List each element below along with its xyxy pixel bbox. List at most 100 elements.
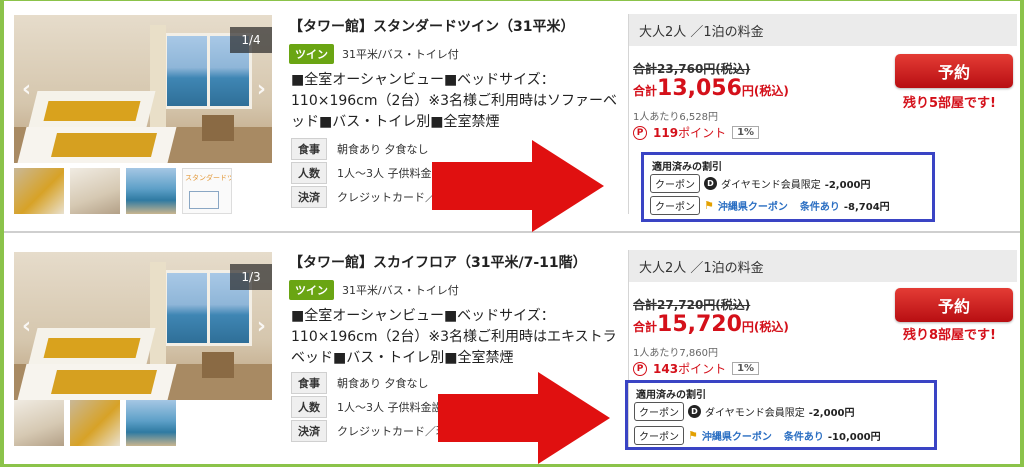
room-photo[interactable]: 1/4 ‹ › <box>14 15 272 163</box>
discounted-price: 合計15,720円(税込) <box>633 312 789 337</box>
payment-label: 決済 <box>291 420 327 442</box>
price-header: 大人2人 ／1泊の料金 <box>629 14 1017 46</box>
coupon-tag: クーポン <box>650 196 700 215</box>
points-value: 143ポイント <box>653 362 727 376</box>
price-prefix: 合計 <box>633 320 658 334</box>
room-spec: 31平米/バス・トイレ付 <box>342 48 459 61</box>
payment-label: 決済 <box>291 186 327 208</box>
photo-counter: 1/4 <box>230 27 272 53</box>
thumbnail-label: スタンダードツイン <box>185 174 231 182</box>
coupon-tag: クーポン <box>634 402 684 421</box>
okinawa-coupon-link[interactable]: 沖縄県クーポン <box>702 428 772 443</box>
guests-row: 人数 1人～3人 子供料金設 <box>291 396 443 418</box>
discount-row: クーポン D ダイヤモンド会員限定 -2,000円 <box>634 402 854 421</box>
discount-amount: -8,704円 <box>843 202 890 213</box>
applied-discounts-box: 適用済みの割引 クーポン D ダイヤモンド会員限定 -2,000円 クーポン ⚑… <box>625 380 937 450</box>
points-row: P 119ポイント 1% <box>633 124 760 141</box>
reserve-button[interactable]: 予約 <box>895 288 1013 322</box>
guests-value: 1人～3人 子供料金設 <box>337 401 443 414</box>
discount-amount: -10,000円 <box>827 432 881 443</box>
thumbnail[interactable] <box>126 400 176 446</box>
thumbnail[interactable] <box>70 400 120 446</box>
photo-thumbnails <box>14 400 176 446</box>
points-rate: 1% <box>732 362 760 375</box>
price-panel: 大人2人 ／1泊の料金 合計23,760円(税込) 合計13,056円(税込) … <box>628 14 1024 222</box>
room-spec: 31平米/バス・トイレ付 <box>342 284 459 297</box>
plan-description: ■全室オーシャンビュー■ベッドサイズ：110×196cm（2台）※3名様ご利用時… <box>291 72 618 130</box>
payment-row: 決済 クレジットカード／現 <box>291 186 447 208</box>
rooms-left-notice: 残り5部屋です! <box>903 96 996 111</box>
discount-amount: -2,000円 <box>824 180 871 191</box>
discount-title: 適用済みの割引 <box>636 390 706 401</box>
annotation-arrow-icon <box>438 372 610 464</box>
okinawa-coupon-link[interactable]: 沖縄県クーポン <box>718 198 788 213</box>
diamond-member-icon: D <box>688 405 701 418</box>
original-price: 合計27,720円(税込) <box>633 298 751 312</box>
price-suffix: 円(税込) <box>741 320 789 334</box>
photo-thumbnails: スタンダードツイン <box>14 168 232 214</box>
flag-icon: ⚑ <box>704 199 714 212</box>
discount-name: ダイヤモンド会員限定 <box>705 408 805 419</box>
plan-title[interactable]: 【タワー館】スカイフロア（31平米/7-11階） <box>289 252 587 272</box>
guests-label: 人数 <box>291 162 327 184</box>
room-type-row: ツイン 31平米/バス・トイレ付 <box>289 280 459 300</box>
discount-row: クーポン ⚑ 沖縄県クーポン 条件あり -10,000円 <box>634 426 881 445</box>
meal-row: 食事 朝食あり 夕食なし <box>291 372 429 394</box>
points-rate: 1% <box>732 126 760 139</box>
price-amount: 15,720 <box>657 312 742 337</box>
thumbnail[interactable] <box>14 168 64 214</box>
chevron-left-icon[interactable]: ‹ <box>22 314 31 339</box>
original-price: 合計23,760円(税込) <box>633 62 751 76</box>
discount-row: クーポン ⚑ 沖縄県クーポン 条件あり -8,704円 <box>650 196 890 215</box>
conditions-link[interactable]: 条件あり <box>784 428 824 443</box>
price-amount: 13,056 <box>657 76 742 101</box>
per-person-price: 1人あたり6,528円 <box>633 112 718 123</box>
thumbnail-floorplan[interactable]: スタンダードツイン <box>182 168 232 214</box>
points-row: P 143ポイント 1% <box>633 360 760 377</box>
conditions-link[interactable]: 条件あり <box>800 198 840 213</box>
guests-row: 人数 1人～3人 子供料金設 <box>291 162 443 184</box>
chevron-left-icon[interactable]: ‹ <box>22 77 31 102</box>
meal-label: 食事 <box>291 138 327 160</box>
points-value: 119ポイント <box>653 126 727 140</box>
room-type-badge: ツイン <box>289 44 334 64</box>
plan-description: ■全室オーシャンビュー■ベッドサイズ：110×196cm（2台）※3名様ご利用時… <box>291 308 617 366</box>
chevron-right-icon[interactable]: › <box>257 314 266 339</box>
price-prefix: 合計 <box>633 84 658 98</box>
discount-row: クーポン D ダイヤモンド会員限定 -2,000円 <box>650 174 870 193</box>
plan-title[interactable]: 【タワー館】スタンダードツイン（31平米） <box>289 16 574 36</box>
annotation-arrow-icon <box>432 140 604 232</box>
payment-value: クレジットカード／現 <box>337 425 447 438</box>
rooms-left-notice: 残り8部屋です! <box>903 328 996 343</box>
thumbnail[interactable] <box>14 400 64 446</box>
discounted-price: 合計13,056円(税込) <box>633 76 789 101</box>
discount-amount: -2,000円 <box>808 408 855 419</box>
price-panel: 大人2人 ／1泊の料金 合計27,720円(税込) 合計15,720円(税込) … <box>625 250 1024 450</box>
price-suffix: 円(税込) <box>741 84 789 98</box>
price-header: 大人2人 ／1泊の料金 <box>629 250 1017 282</box>
flag-icon: ⚑ <box>688 429 698 442</box>
room-type-badge: ツイン <box>289 280 334 300</box>
points-icon: P <box>633 361 647 376</box>
discount-title: 適用済みの割引 <box>652 162 722 173</box>
chevron-right-icon[interactable]: › <box>257 77 266 102</box>
payment-value: クレジットカード／現 <box>337 191 447 204</box>
guests-label: 人数 <box>291 396 327 418</box>
photo-counter: 1/3 <box>230 264 272 290</box>
coupon-tag: クーポン <box>634 426 684 445</box>
payment-row: 決済 クレジットカード／現 <box>291 420 447 442</box>
diamond-member-icon: D <box>704 177 717 190</box>
room-photo[interactable]: 1/3 ‹ › <box>14 252 272 400</box>
per-person-price: 1人あたり7,860円 <box>633 348 718 359</box>
reserve-button[interactable]: 予約 <box>895 54 1013 88</box>
thumbnail[interactable] <box>70 168 120 214</box>
applied-discounts-box: 適用済みの割引 クーポン D ダイヤモンド会員限定 -2,000円 クーポン ⚑… <box>641 152 935 222</box>
discount-name: ダイヤモンド会員限定 <box>721 180 821 191</box>
meal-value: 朝食あり 夕食なし <box>337 377 429 390</box>
room-type-row: ツイン 31平米/バス・トイレ付 <box>289 44 459 64</box>
meal-label: 食事 <box>291 372 327 394</box>
thumbnail[interactable] <box>126 168 176 214</box>
coupon-tag: クーポン <box>650 174 700 193</box>
guests-value: 1人～3人 子供料金設 <box>337 167 443 180</box>
meal-value: 朝食あり 夕食なし <box>337 143 429 156</box>
